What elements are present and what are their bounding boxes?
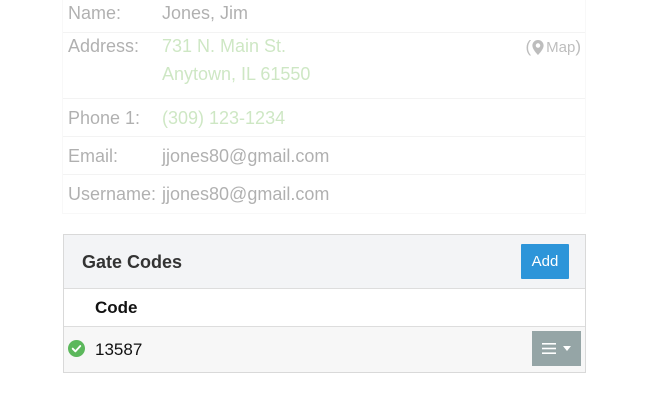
gate-codes-title: Gate Codes (82, 252, 183, 272)
map-marker-icon (532, 39, 544, 55)
check-circle-icon (68, 340, 85, 357)
caret-down-icon (563, 346, 571, 351)
map-open-paren: ( (525, 37, 532, 56)
gate-codes-header: Gate Codes Add (64, 235, 585, 289)
gate-codes-panel: Gate Codes Add Code 13587 (63, 234, 586, 373)
address-label: Address: (68, 36, 140, 56)
table-row: 13587 (64, 327, 585, 372)
name-row: Name: Jones, Jim (63, 0, 585, 33)
gate-code-value: 13587 (95, 340, 143, 359)
name-label: Name: (68, 3, 122, 23)
address-line-2: Anytown, IL 61550 (162, 64, 311, 84)
username-value: jjones80@gmail.com (162, 184, 330, 204)
address-row: Address: 731 N. Main St. Anytown, IL 615… (63, 33, 585, 99)
code-column-label: Code (95, 298, 138, 317)
name-value: Jones, Jim (162, 3, 249, 23)
username-row: Username: jjones80@gmail.com (63, 175, 585, 214)
address-link[interactable]: 731 N. Main St. Anytown, IL 61550 (162, 36, 310, 92)
address-line-1: 731 N. Main St. (162, 36, 287, 56)
username-label: Username: (68, 184, 157, 204)
phone-row: Phone 1: (309) 123-1234 (63, 99, 585, 137)
email-label: Email: (68, 146, 119, 166)
code-column-header: Code (64, 289, 585, 327)
map-link[interactable]: ( Map ) (525, 37, 581, 57)
add-gate-code-button[interactable]: Add (521, 244, 569, 279)
phone-link[interactable]: (309) 123-1234 (162, 108, 285, 129)
phone-label: Phone 1: (68, 108, 141, 128)
email-value: jjones80@gmail.com (162, 146, 330, 166)
row-actions-menu-button[interactable] (532, 331, 581, 366)
email-row: Email: jjones80@gmail.com (63, 137, 585, 175)
map-close-paren: ) (575, 37, 581, 56)
bars-icon (542, 343, 556, 354)
contact-info-card: Name: Jones, Jim Address: 731 N. Main St… (62, 0, 586, 214)
map-label: Map (546, 38, 576, 56)
